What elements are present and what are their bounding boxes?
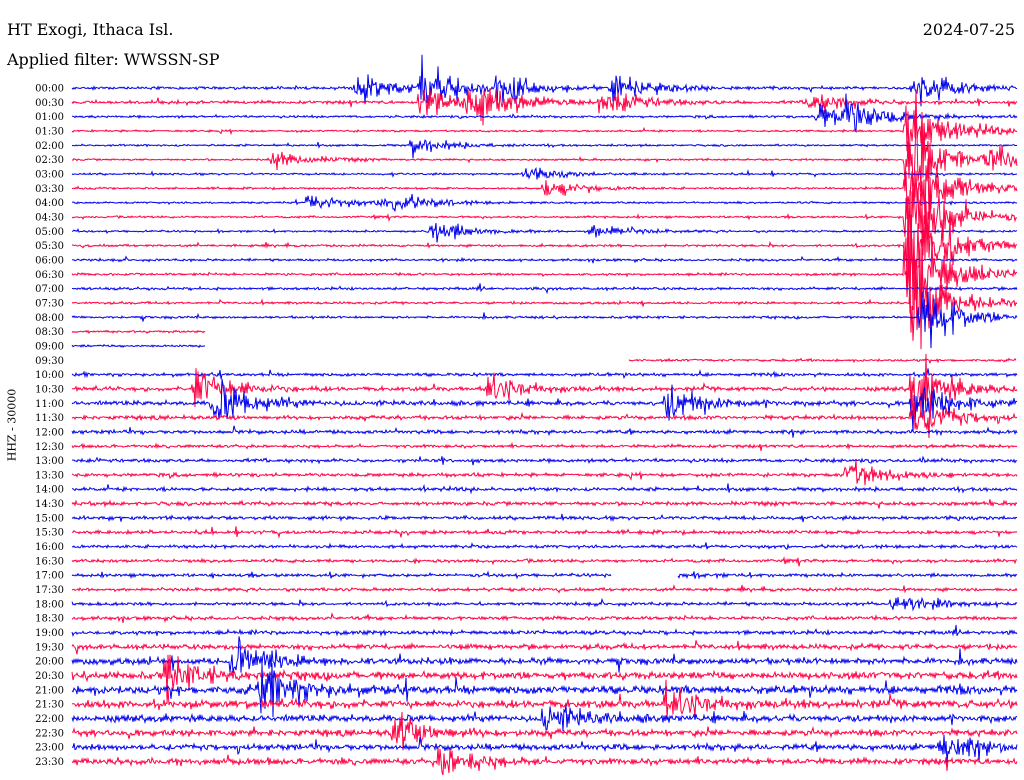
time-tick-label: 13:00 [35, 456, 64, 467]
trace-row [71, 193, 1018, 212]
time-tick-label: 15:00 [35, 513, 64, 524]
time-tick-label: 17:00 [35, 571, 64, 582]
time-tick-label: 20:00 [35, 657, 64, 668]
time-tick-label: 14:00 [35, 485, 64, 496]
time-tick-label: 16:30 [35, 556, 64, 567]
trace-row [71, 343, 206, 349]
trace-row [71, 459, 1018, 486]
time-tick-label: 22:00 [35, 714, 64, 725]
time-tick-label: 19:00 [35, 628, 64, 639]
time-tick-label: 19:30 [35, 642, 64, 653]
trace-row [71, 291, 1018, 349]
trace-row [71, 247, 1018, 350]
helicorder-plot: 00:00 00:30 01:00 01:30 02:00 02:30 03:00 03:30… [35, 54, 1018, 776]
time-tick-label: 09:00 [35, 341, 64, 352]
time-tick-label: 08:00 [35, 313, 64, 324]
trace-row [71, 222, 1018, 243]
time-tick-label: 21:30 [35, 700, 64, 711]
time-tick-label: 18:00 [35, 599, 64, 610]
time-tick-label: 10:30 [35, 384, 64, 395]
time-tick-label: 12:30 [35, 442, 64, 453]
trace-row [71, 596, 1018, 612]
trace-row [71, 704, 1018, 732]
time-tick-label: 09:30 [35, 356, 64, 367]
time-tick-label: 17:30 [35, 585, 64, 596]
trace-row [71, 624, 1018, 638]
time-tick-label: 15:30 [35, 528, 64, 539]
time-tick-label: 12:00 [35, 427, 64, 438]
trace-row [71, 679, 1018, 718]
trace-row [71, 167, 1017, 180]
time-tick-label: 00:30 [35, 98, 64, 109]
time-tick-label: 10:00 [35, 370, 64, 381]
trace-row [71, 227, 1018, 330]
time-tick-label: 07:00 [35, 284, 64, 295]
time-tick-label: 18:30 [35, 614, 64, 625]
time-tick-label: 22:30 [35, 728, 64, 739]
trace-row [72, 483, 1018, 495]
time-tick-label: 01:30 [35, 126, 64, 137]
time-tick-label: 04:00 [35, 198, 64, 209]
trace-row [71, 158, 1018, 225]
trace-row [71, 425, 1018, 438]
trace-row [71, 455, 1018, 466]
time-tick-label: 05:30 [35, 241, 64, 252]
time-tick-label: 13:30 [35, 470, 64, 481]
time-tick-label: 16:00 [35, 542, 64, 553]
time-tick-label: 02:30 [35, 155, 64, 166]
time-tick-label: 03:00 [35, 169, 64, 180]
trace-row [71, 196, 1018, 314]
trace-row [71, 378, 1018, 433]
trace-row [71, 170, 1018, 264]
time-tick-label: 11:00 [35, 399, 64, 410]
time-tick-label: 05:00 [35, 227, 64, 238]
trace-row [71, 88, 1018, 126]
trace-row [71, 584, 1018, 594]
time-tick-label: 14:30 [35, 499, 64, 510]
time-tick-label: 01:00 [35, 112, 64, 123]
time-tick-label: 00:00 [35, 84, 64, 95]
time-tick-label: 20:30 [35, 671, 64, 682]
trace-row [71, 117, 1018, 192]
trace-layer [71, 54, 1018, 776]
trace-row [71, 283, 1018, 295]
trace-row [71, 255, 1018, 264]
time-tick-label: 21:00 [35, 685, 64, 696]
time-tick-label: 06:00 [35, 255, 64, 266]
time-tick-label: 04:30 [35, 212, 64, 223]
time-tick-label: 06:30 [35, 270, 64, 281]
time-tick-label: 02:00 [35, 141, 64, 152]
trace-row [71, 556, 1017, 567]
trace-row [628, 357, 1017, 365]
trace-row [71, 640, 1018, 655]
trace-row [71, 441, 1018, 451]
trace-row [71, 513, 1018, 523]
time-tick-label: 03:30 [35, 184, 64, 195]
trace-row [71, 526, 1018, 539]
time-tick-label: 11:30 [35, 413, 64, 424]
time-tick-label: 08:30 [35, 327, 64, 338]
trace-row [71, 611, 1018, 624]
trace-row [71, 570, 1018, 580]
trace-row [71, 139, 1018, 159]
time-tick-label: 23:30 [35, 757, 64, 768]
trace-row [71, 747, 1018, 776]
trace-row [71, 499, 1018, 509]
time-tick-label: 23:00 [35, 743, 64, 754]
time-tick-label: 07:30 [35, 298, 64, 309]
trace-row [71, 542, 1018, 551]
trace-row [71, 329, 206, 335]
time-label-layer: 00:00 00:30 01:00 01:30 02:00 02:30 03:00 03:30… [35, 84, 64, 769]
